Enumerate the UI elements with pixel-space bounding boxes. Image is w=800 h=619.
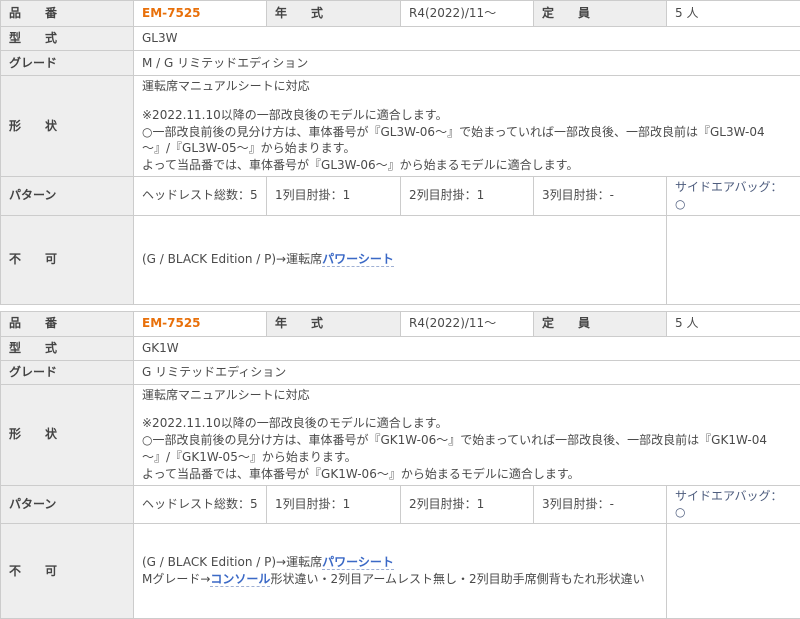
table-row: 不 可 (G / BLACK Edition / P)→運転席パワーシート Mグ… bbox=[1, 524, 800, 619]
console-link[interactable]: コンソール bbox=[210, 572, 270, 587]
power-seat-link[interactable]: パワーシート bbox=[322, 252, 394, 267]
model-value: GL3W bbox=[134, 27, 800, 51]
grade-value: G リミテッドエディション bbox=[134, 360, 800, 384]
model-label: 型 式 bbox=[1, 27, 134, 51]
pattern-label: パターン bbox=[1, 485, 134, 524]
pattern-cell-headrest: ヘッドレスト総数：5 bbox=[134, 485, 267, 524]
spec-page: 品 番 EM-7525 年 式 R4(2022)/11～ 定 員 5 人 型 式… bbox=[0, 0, 800, 619]
table-row: 品 番 EM-7525 年 式 R4(2022)/11～ 定 員 5 人 bbox=[1, 1, 800, 27]
spec-table-gl3w: 品 番 EM-7525 年 式 R4(2022)/11～ 定 員 5 人 型 式… bbox=[0, 0, 800, 305]
shape-label: 形 状 bbox=[1, 384, 134, 485]
not-compatible-label: 不 可 bbox=[1, 524, 134, 619]
table-row: グレード M / G リミテッドエディション bbox=[1, 51, 800, 76]
year-label: 年 式 bbox=[267, 311, 401, 336]
pattern-cell-row1-armrest: 1列目肘掛：1 bbox=[267, 176, 401, 215]
table-row: パターン ヘッドレスト総数：5 1列目肘掛：1 2列目肘掛：1 3列目肘掛：- … bbox=[1, 485, 800, 524]
pattern-cell-row3-armrest: 3列目肘掛：- bbox=[534, 176, 667, 215]
spec-table-gk1w: 品 番 EM-7525 年 式 R4(2022)/11～ 定 員 5 人 型 式… bbox=[0, 311, 800, 619]
table-row: パターン ヘッドレスト総数：5 1列目肘掛：1 2列目肘掛：1 3列目肘掛：- … bbox=[1, 176, 800, 215]
na-text: (G / BLACK Edition / P)→運転席 bbox=[142, 252, 322, 266]
table-row: 型 式 GK1W bbox=[1, 336, 800, 360]
not-compatible-value: (G / BLACK Edition / P)→運転席パワーシート bbox=[134, 215, 667, 304]
pattern-cell-row3-armrest: 3列目肘掛：- bbox=[534, 485, 667, 524]
table-row: 形 状 運転席マニュアルシートに対応 ※2022.11.10以降の一部改良後のモ… bbox=[1, 384, 800, 485]
capacity-label: 定 員 bbox=[534, 1, 667, 27]
table-row: 形 状 運転席マニュアルシートに対応 ※2022.11.10以降の一部改良後のモ… bbox=[1, 76, 800, 177]
capacity-label: 定 員 bbox=[534, 311, 667, 336]
shape-note: ※2022.11.10以降の一部改良後のモデルに適合します。 bbox=[142, 415, 792, 432]
capacity-value: 5 人 bbox=[667, 311, 800, 336]
grade-label: グレード bbox=[1, 360, 134, 384]
shape-label: 形 状 bbox=[1, 76, 134, 177]
grade-value: M / G リミテッドエディション bbox=[134, 51, 800, 76]
shape-note: ※2022.11.10以降の一部改良後のモデルに適合します。 bbox=[142, 107, 792, 124]
grade-label: グレード bbox=[1, 51, 134, 76]
year-label: 年 式 bbox=[267, 1, 401, 27]
capacity-value: 5 人 bbox=[667, 1, 800, 27]
year-value: R4(2022)/11～ bbox=[401, 1, 534, 27]
pattern-cell-row2-armrest: 2列目肘掛：1 bbox=[401, 485, 534, 524]
side-airbag-cell: サイドエアバッグ：○ bbox=[667, 176, 800, 215]
na-text: (G / BLACK Edition / P)→運転席 bbox=[142, 555, 322, 569]
part-no-value: EM-7525 bbox=[134, 311, 267, 336]
shape-note: よって当品番では、車体番号が『GL3W-06～』から始まるモデルに適合します。 bbox=[142, 157, 792, 174]
year-value: R4(2022)/11～ bbox=[401, 311, 534, 336]
pattern-label: パターン bbox=[1, 176, 134, 215]
not-compatible-value: (G / BLACK Edition / P)→運転席パワーシート Mグレード→… bbox=[134, 524, 667, 619]
spacer bbox=[142, 403, 792, 415]
shape-line: 運転席マニュアルシートに対応 bbox=[142, 78, 792, 95]
pattern-cell-headrest: ヘッドレスト総数：5 bbox=[134, 176, 267, 215]
shape-note: ○一部改良前後の見分け方は、車体番号が『GL3W-06～』で始まっていれば一部改… bbox=[142, 124, 792, 158]
shape-note: よって当品番では、車体番号が『GK1W-06～』から始まるモデルに適合します。 bbox=[142, 466, 792, 483]
table-row: 品 番 EM-7525 年 式 R4(2022)/11～ 定 員 5 人 bbox=[1, 311, 800, 336]
model-value: GK1W bbox=[134, 336, 800, 360]
empty-cell bbox=[667, 215, 800, 304]
part-no-label: 品 番 bbox=[1, 1, 134, 27]
table-row: 不 可 (G / BLACK Edition / P)→運転席パワーシート bbox=[1, 215, 800, 304]
shape-line: 運転席マニュアルシートに対応 bbox=[142, 387, 792, 404]
pattern-cell-row1-armrest: 1列目肘掛：1 bbox=[267, 485, 401, 524]
na-text: Mグレード→ bbox=[142, 572, 210, 586]
part-no-value: EM-7525 bbox=[134, 1, 267, 27]
not-compatible-line: Mグレード→コンソール形状違い・2列目アームレスト無し・2列目助手席側背もたれ形… bbox=[142, 571, 658, 588]
side-airbag-cell: サイドエアバッグ：○ bbox=[667, 485, 800, 524]
shape-note: ○一部改良前後の見分け方は、車体番号が『GK1W-06～』で始まっていれば一部改… bbox=[142, 432, 792, 466]
not-compatible-line: (G / BLACK Edition / P)→運転席パワーシート bbox=[142, 251, 658, 268]
table-row: グレード G リミテッドエディション bbox=[1, 360, 800, 384]
pattern-cell-row2-armrest: 2列目肘掛：1 bbox=[401, 176, 534, 215]
part-no-label: 品 番 bbox=[1, 311, 134, 336]
shape-value: 運転席マニュアルシートに対応 ※2022.11.10以降の一部改良後のモデルに適… bbox=[134, 384, 800, 485]
model-label: 型 式 bbox=[1, 336, 134, 360]
spacer bbox=[142, 95, 792, 107]
table-row: 型 式 GL3W bbox=[1, 27, 800, 51]
not-compatible-label: 不 可 bbox=[1, 215, 134, 304]
not-compatible-line: (G / BLACK Edition / P)→運転席パワーシート bbox=[142, 554, 658, 571]
empty-cell bbox=[667, 524, 800, 619]
power-seat-link[interactable]: パワーシート bbox=[322, 555, 394, 570]
shape-value: 運転席マニュアルシートに対応 ※2022.11.10以降の一部改良後のモデルに適… bbox=[134, 76, 800, 177]
na-text: 形状違い・2列目アームレスト無し・2列目助手席側背もたれ形状違い bbox=[270, 572, 644, 586]
